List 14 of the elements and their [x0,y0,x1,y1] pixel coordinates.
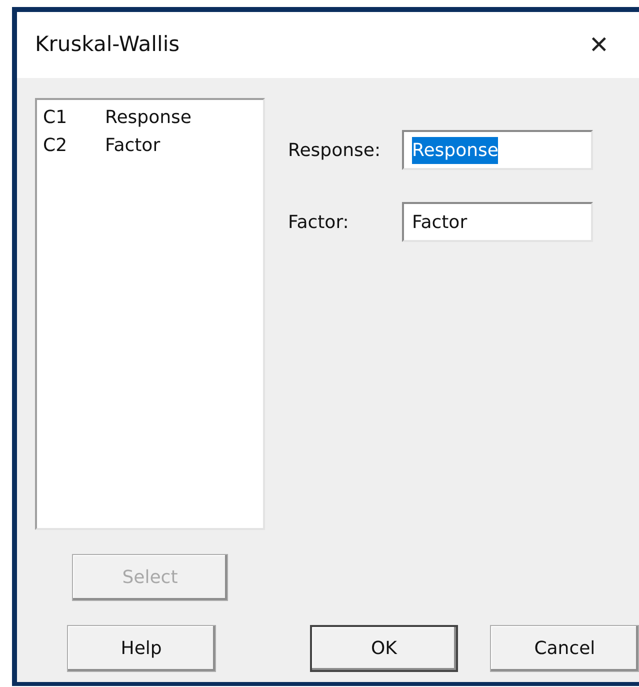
column-name: Response [105,106,192,130]
dialog-button[interactable]: Cancel [490,625,639,672]
field-label: Factor: [288,210,350,234]
column-list[interactable]: C1 Response C2 Factor [35,98,265,530]
column-name: Factor [105,134,160,158]
field-label: Response: [288,138,382,162]
dialog-button[interactable]: OK [310,625,458,672]
column-id: C1 [43,106,68,130]
input-field[interactable]: Response [402,130,593,170]
column-id: C2 [43,134,68,158]
close-button[interactable]: ✕ [584,31,613,59]
input-field[interactable]: Factor [402,202,593,242]
window-title: Kruskal-Wallis [35,31,180,58]
dialog-button[interactable]: Help [67,625,216,672]
